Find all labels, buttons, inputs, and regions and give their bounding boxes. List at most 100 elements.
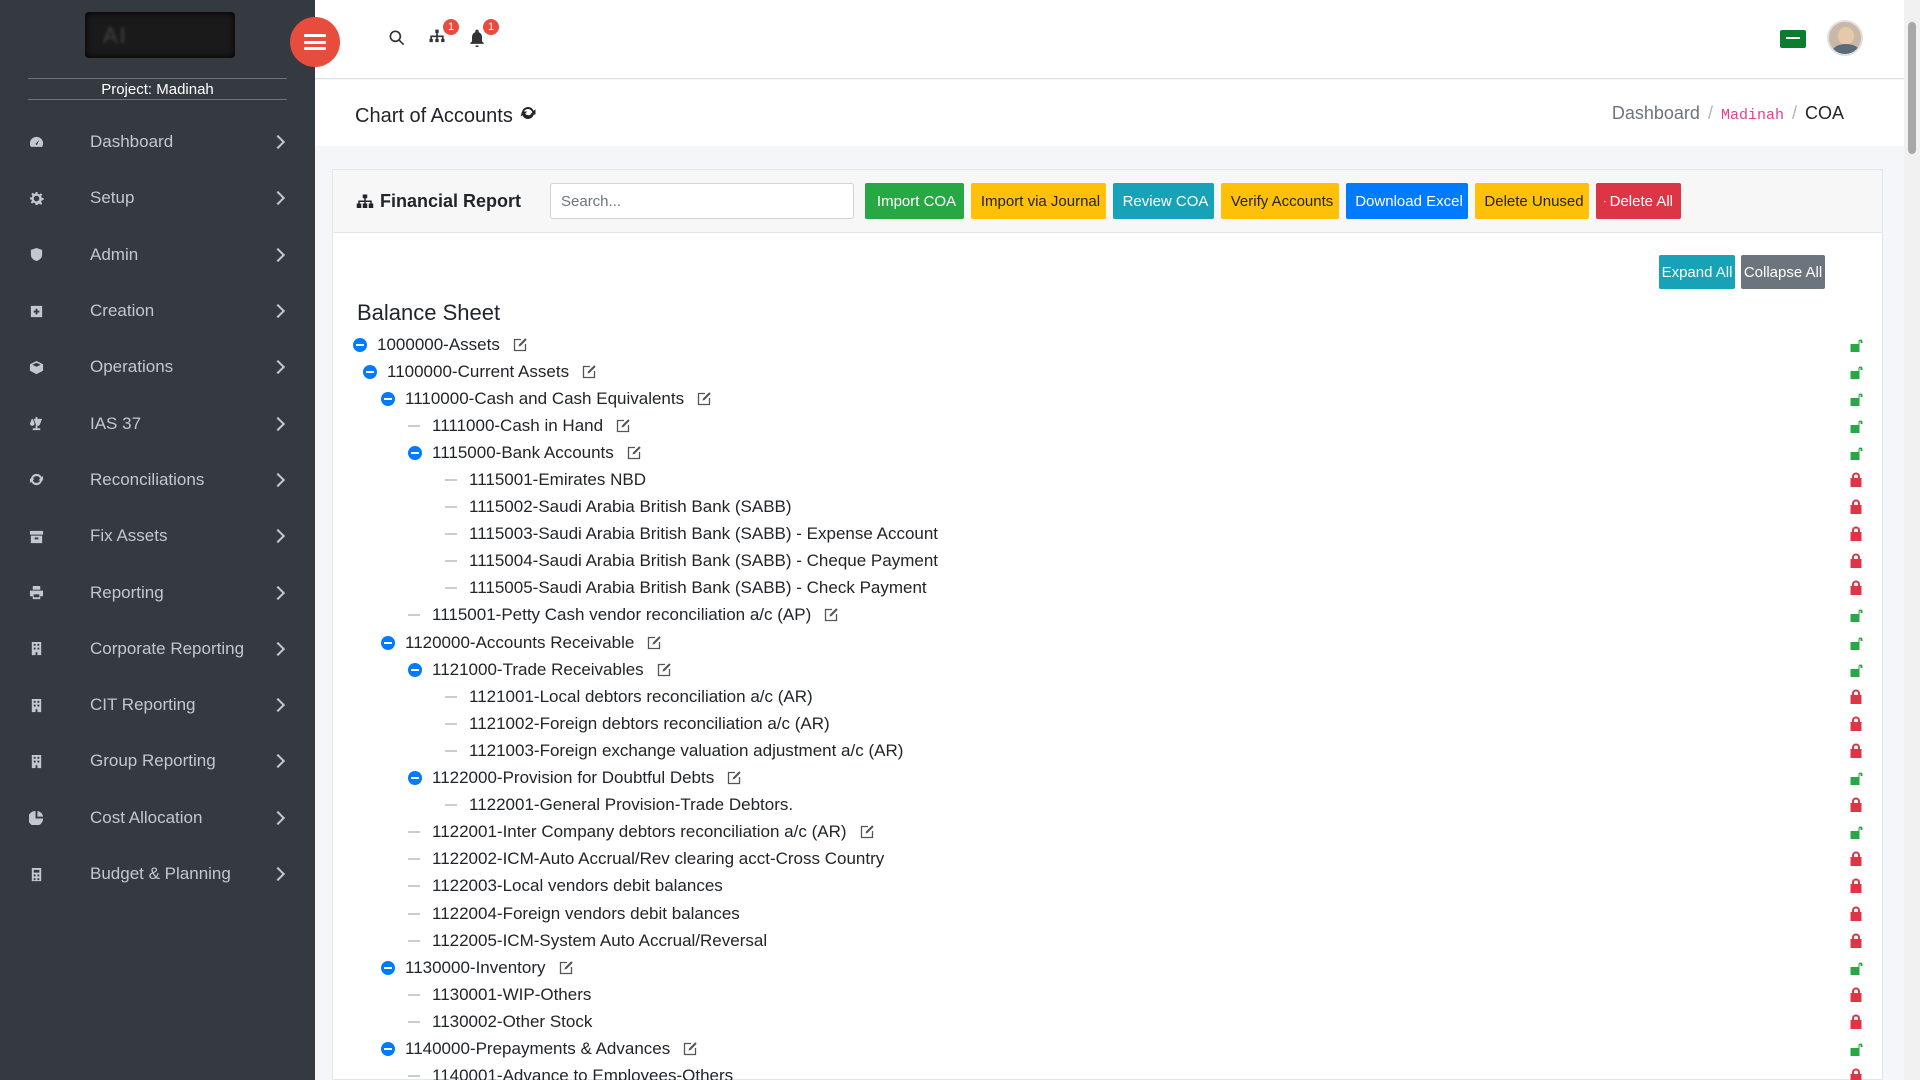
delete-all-button[interactable]: Delete All — [1596, 183, 1681, 219]
edit-icon[interactable] — [626, 445, 642, 461]
edit-icon[interactable] — [726, 770, 742, 786]
tree-item[interactable]: 1122000-Provision for Doubtful Debts — [353, 765, 1863, 792]
collapse-toggle-icon[interactable] — [381, 635, 395, 650]
edit-icon[interactable] — [656, 662, 672, 678]
unlock-icon[interactable] — [1849, 824, 1863, 840]
sidebar-item-creation[interactable]: Creation — [0, 283, 315, 339]
sidebar-item-fix-assets[interactable]: Fix Assets — [0, 508, 315, 564]
tree-item[interactable]: 1122001-General Provision-Trade Debtors. — [353, 792, 1863, 819]
lock-icon[interactable] — [1849, 472, 1863, 488]
edit-icon[interactable] — [512, 337, 528, 353]
edit-icon[interactable] — [823, 607, 839, 623]
lock-icon[interactable] — [1849, 1068, 1863, 1080]
edit-icon[interactable] — [646, 635, 662, 651]
tree-item[interactable]: 1130001-WIP-Others — [353, 981, 1863, 1008]
collapse-toggle-icon[interactable] — [408, 662, 422, 677]
saudi-flag-icon[interactable] — [1780, 30, 1806, 48]
sidebar-item-ias-37[interactable]: IAS 37 — [0, 395, 315, 451]
lock-icon[interactable] — [1849, 987, 1863, 1003]
sidebar-item-dashboard[interactable]: Dashboard — [0, 114, 315, 170]
unlock-icon[interactable] — [1849, 1041, 1863, 1057]
unlock-icon[interactable] — [1849, 364, 1863, 380]
page-scrollbar[interactable] — [1904, 0, 1920, 1080]
tree-item[interactable]: 1122001-Inter Company debtors reconcilia… — [353, 819, 1863, 846]
search-input[interactable] — [550, 183, 854, 219]
tree-item[interactable]: 1115001-Emirates NBD — [353, 466, 1863, 493]
refresh-icon[interactable] — [519, 104, 537, 128]
delete-unused-button[interactable]: Delete Unused — [1475, 183, 1589, 219]
lock-icon[interactable] — [1849, 580, 1863, 596]
sidebar-item-reporting[interactable]: Reporting — [0, 564, 315, 620]
unlock-icon[interactable] — [1849, 607, 1863, 623]
tree-item[interactable]: 1122003-Local vendors debit balances — [353, 873, 1863, 900]
lock-icon[interactable] — [1849, 878, 1863, 894]
tree-item[interactable]: 1115004-Saudi Arabia British Bank (SABB)… — [353, 548, 1863, 575]
unlock-icon[interactable] — [1849, 770, 1863, 786]
tree-item[interactable]: 1115000-Bank Accounts — [353, 439, 1863, 466]
tree-item[interactable]: 1111000-Cash in Hand — [353, 412, 1863, 439]
tree-item[interactable]: 1115001-Petty Cash vendor reconciliation… — [353, 602, 1863, 629]
tree-item[interactable]: 1115002-Saudi Arabia British Bank (SABB) — [353, 494, 1863, 521]
collapse-toggle-icon[interactable] — [408, 771, 422, 786]
lock-icon[interactable] — [1849, 797, 1863, 813]
sidebar-item-cost-allocation[interactable]: Cost Allocation — [0, 790, 315, 846]
unlock-icon[interactable] — [1849, 337, 1863, 353]
sidebar-item-admin[interactable]: Admin — [0, 227, 315, 283]
download-excel-button[interactable]: Download Excel — [1346, 183, 1468, 219]
lock-icon[interactable] — [1849, 553, 1863, 569]
tree-item[interactable]: 1115005-Saudi Arabia British Bank (SABB)… — [353, 575, 1863, 602]
sidebar-item-cit-reporting[interactable]: CIT Reporting — [0, 677, 315, 733]
sidebar-item-group-reporting[interactable]: Group Reporting — [0, 733, 315, 789]
tree-item[interactable]: 1122005-ICM-System Auto Accrual/Reversal — [353, 927, 1863, 954]
edit-icon[interactable] — [558, 960, 574, 976]
collapse-toggle-icon[interactable] — [381, 391, 395, 406]
collapse-toggle-icon[interactable] — [353, 337, 367, 352]
lock-icon[interactable] — [1849, 1014, 1863, 1030]
bell-icon[interactable]: 1 — [467, 19, 499, 50]
sidebar-item-setup[interactable]: Setup — [0, 170, 315, 226]
tree-item[interactable]: 1121001-Local debtors reconciliation a/c… — [353, 683, 1863, 710]
unlock-icon[interactable] — [1849, 445, 1863, 461]
edit-icon[interactable] — [615, 418, 631, 434]
lock-icon[interactable] — [1849, 499, 1863, 515]
unlock-icon[interactable] — [1849, 662, 1863, 678]
scrollbar-thumb[interactable] — [1908, 22, 1916, 154]
tree-item[interactable]: 1121003-Foreign exchange valuation adjus… — [353, 737, 1863, 764]
collapse-toggle-icon[interactable] — [381, 1041, 395, 1056]
tree-item[interactable]: 1130000-Inventory — [353, 954, 1863, 981]
collapse-toggle-icon[interactable] — [408, 445, 422, 460]
collapse-all-button[interactable]: Collapse All — [1741, 255, 1825, 289]
lock-icon[interactable] — [1849, 851, 1863, 867]
collapse-toggle-icon[interactable] — [363, 364, 377, 379]
review-coa-button[interactable]: Review COA — [1113, 183, 1214, 219]
tree-item[interactable]: 1122002-ICM-Auto Accrual/Rev clearing ac… — [353, 846, 1863, 873]
lock-icon[interactable] — [1849, 689, 1863, 705]
tree-item[interactable]: 1000000-Assets — [353, 331, 1863, 358]
sidebar-item-operations[interactable]: Operations — [0, 339, 315, 395]
tree-item[interactable]: 1140000-Prepayments & Advances — [353, 1035, 1863, 1062]
verify-accounts-button[interactable]: Verify Accounts — [1221, 183, 1339, 219]
edit-icon[interactable] — [696, 391, 712, 407]
menu-toggle-button[interactable] — [290, 17, 340, 67]
org-chart-icon[interactable]: 1 — [427, 19, 459, 50]
tree-item[interactable]: 1115003-Saudi Arabia British Bank (SABB)… — [353, 521, 1863, 548]
search-icon[interactable] — [387, 28, 409, 50]
edit-icon[interactable] — [859, 824, 875, 840]
breadcrumb-dashboard[interactable]: Dashboard — [1612, 103, 1700, 124]
unlock-icon[interactable] — [1849, 960, 1863, 976]
edit-icon[interactable] — [682, 1041, 698, 1057]
expand-all-button[interactable]: Expand All — [1659, 255, 1735, 289]
import-journal-button[interactable]: Import via Journal — [971, 183, 1106, 219]
tree-item[interactable]: 1121000-Trade Receivables — [353, 656, 1863, 683]
import-coa-button[interactable]: Import COA — [865, 183, 964, 219]
lock-icon[interactable] — [1849, 743, 1863, 759]
lock-icon[interactable] — [1849, 933, 1863, 949]
sidebar-item-corporate-reporting[interactable]: Corporate Reporting — [0, 621, 315, 677]
lock-icon[interactable] — [1849, 716, 1863, 732]
brand-logo[interactable]: AI — [85, 12, 235, 58]
sidebar-item-reconciliations[interactable]: Reconciliations — [0, 452, 315, 508]
tree-item[interactable]: 1122004-Foreign vendors debit balances — [353, 900, 1863, 927]
tree-item[interactable]: 1120000-Accounts Receivable — [353, 629, 1863, 656]
tree-item[interactable]: 1140001-Advance to Employees-Others — [353, 1063, 1863, 1080]
tree-item[interactable]: 1110000-Cash and Cash Equivalents — [353, 385, 1863, 412]
